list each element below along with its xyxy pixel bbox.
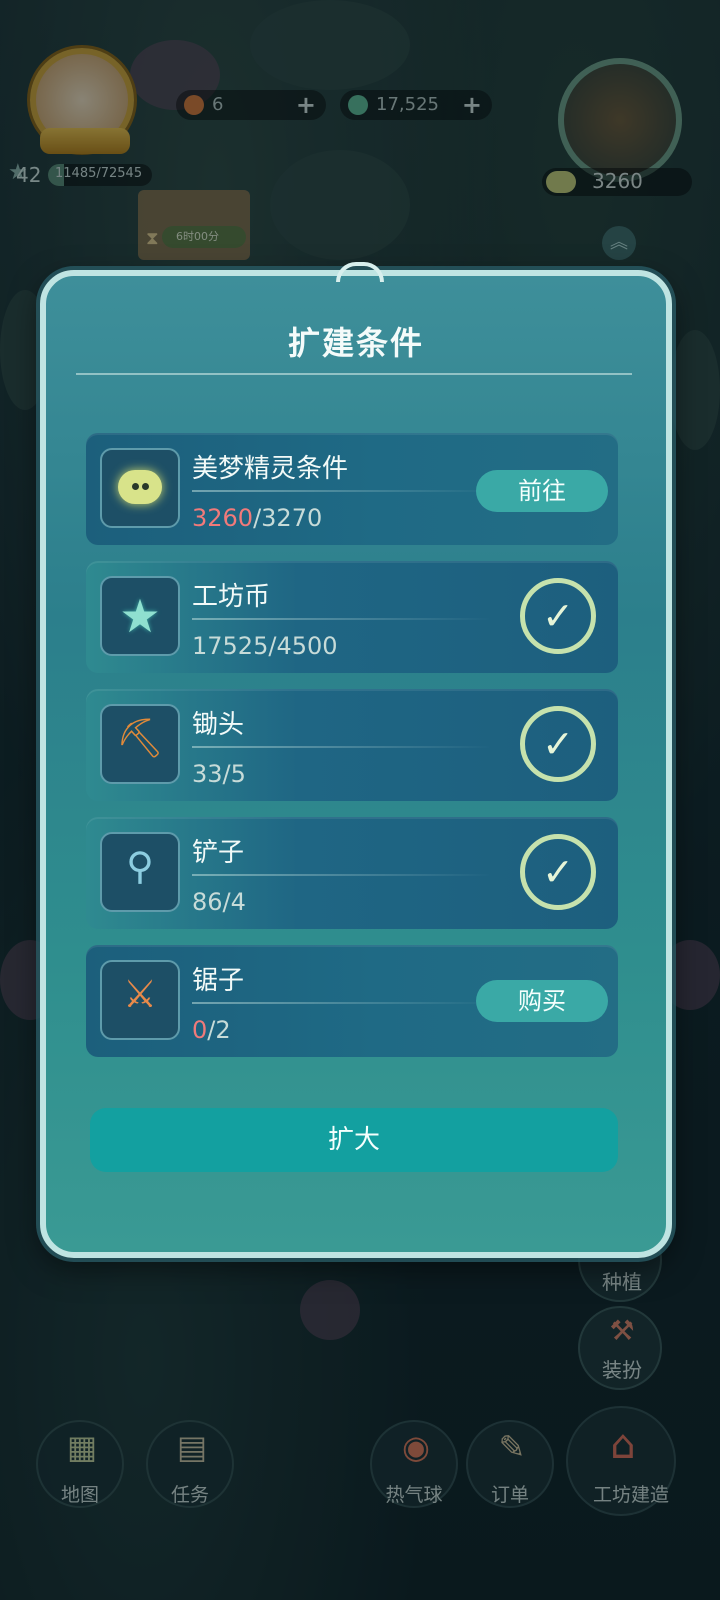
condition-progress: 0/2 [192, 1016, 231, 1044]
shovel-icon: ⚲ [126, 844, 154, 888]
check-icon: ✓ [520, 834, 596, 910]
star-coin-icon: ★ [119, 589, 161, 643]
dream-spirit-icon [118, 470, 162, 504]
condition-name: 锄头 [192, 710, 245, 740]
current-amount: 3260 [192, 504, 254, 532]
current-amount: 0 [192, 1016, 208, 1044]
buy-button[interactable]: 购买 [476, 980, 608, 1022]
saw-icon: ⚔ [122, 972, 158, 1016]
row-divider [192, 490, 492, 492]
condition-name: 美梦精灵条件 [192, 454, 349, 484]
required-amount: /5 [222, 760, 246, 788]
required-amount: /2 [207, 1016, 231, 1044]
row-divider [192, 746, 492, 748]
required-amount: /4 [222, 888, 246, 916]
check-icon: ✓ [520, 706, 596, 782]
current-amount: 33 [192, 760, 223, 788]
condition-progress: 17525/4500 [192, 632, 338, 660]
row-divider [192, 1002, 492, 1004]
title-divider [76, 373, 632, 375]
required-amount: /3270 [253, 504, 323, 532]
row-divider [192, 874, 492, 876]
row-divider [192, 618, 492, 620]
condition-progress: 3260/3270 [192, 504, 322, 532]
condition-name: 铲子 [192, 838, 245, 868]
go-button[interactable]: 前往 [476, 470, 608, 512]
condition-progress: 86/4 [192, 888, 246, 916]
check-icon: ✓ [520, 578, 596, 654]
current-amount: 86 [192, 888, 223, 916]
required-amount: /4500 [268, 632, 338, 660]
hoe-icon: ⛏ [115, 716, 165, 760]
dialog-title: 扩建条件 [287, 324, 424, 362]
expand-button[interactable]: 扩大 [90, 1108, 618, 1172]
condition-progress: 33/5 [192, 760, 246, 788]
current-amount: 17525 [192, 632, 269, 660]
condition-name: 工坊币 [192, 582, 271, 612]
condition-name: 锯子 [192, 966, 245, 996]
